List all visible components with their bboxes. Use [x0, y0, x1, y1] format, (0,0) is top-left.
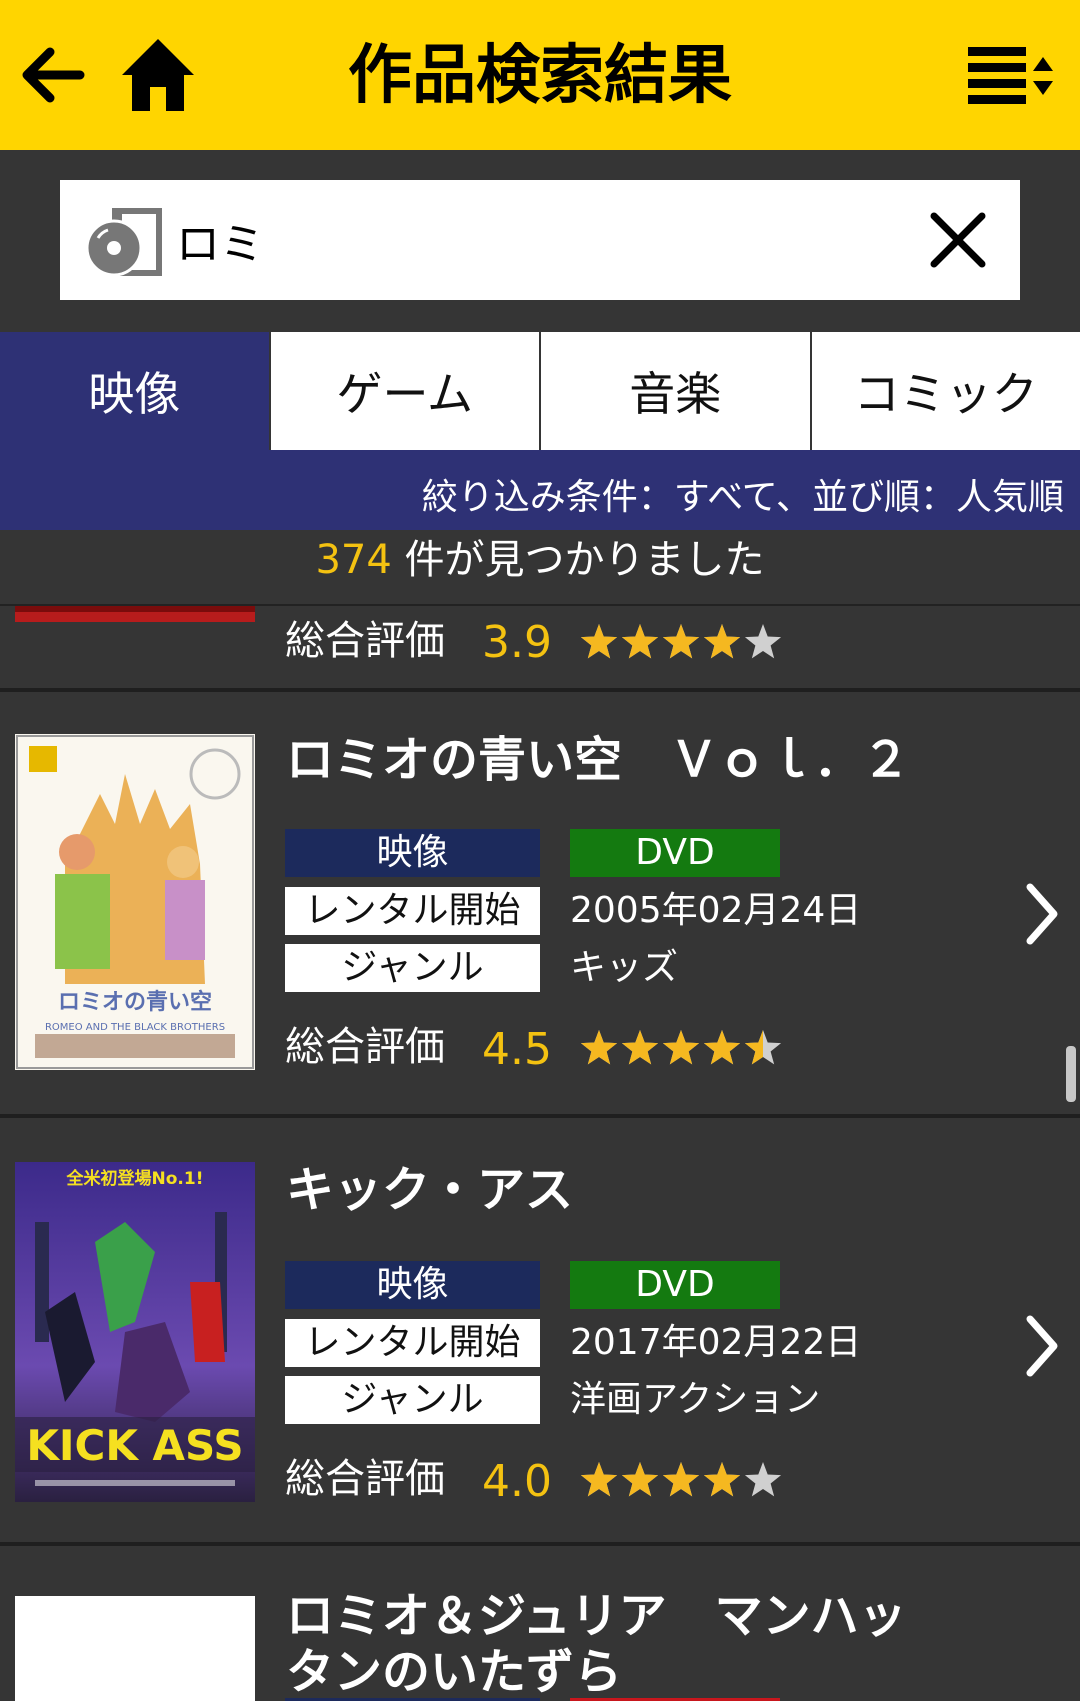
rating-stars — [580, 1462, 782, 1497]
rating-label: 総合評価 — [285, 618, 445, 664]
result-count-label: 件が見つかりました — [391, 537, 765, 583]
home-icon[interactable] — [118, 35, 198, 115]
list-item[interactable]: 総合評価 3.9 — [0, 606, 1080, 692]
cover-image — [15, 1596, 255, 1701]
scrollbar-thumb[interactable] — [1066, 1046, 1076, 1102]
tab-comic[interactable]: コミック — [809, 332, 1080, 450]
star-filled-icon — [621, 624, 659, 659]
rating-value: 4.5 — [482, 1024, 552, 1075]
category-tabs: 映像 ゲーム 音楽 コミック — [0, 332, 1080, 450]
arrow-left-icon[interactable] — [18, 40, 88, 110]
rental-start-label: レンタル開始 — [285, 887, 540, 935]
cover-title: KICK ASS — [26, 1421, 243, 1470]
rating-label: 総合評価 — [285, 1456, 445, 1502]
close-icon[interactable] — [930, 212, 986, 268]
genre-label: ジャンル — [285, 944, 540, 992]
page-title: 作品検索結果 — [348, 39, 732, 113]
item-title[interactable]: ロミオ＆ジュリア マンハッタンのいたずら — [286, 1588, 946, 1700]
rating-value: 4.0 — [482, 1456, 552, 1507]
list-item[interactable]: ロミオ＆ジュリア マンハッタンのいたずら — [0, 1552, 1080, 1701]
star-filled-icon — [580, 1030, 618, 1065]
cover-image — [15, 606, 255, 622]
star-filled-icon — [580, 624, 618, 659]
cover-title: ロミオの青い空 — [58, 989, 212, 1015]
item-title[interactable]: キック・アス — [286, 1162, 1046, 1218]
tab-video[interactable]: 映像 — [0, 332, 269, 450]
star-filled-icon — [703, 1030, 741, 1065]
search-input[interactable] — [176, 200, 876, 280]
rating-stars — [580, 1030, 782, 1065]
rating-label: 総合評価 — [285, 1024, 445, 1070]
star-icon — [744, 1462, 782, 1497]
tab-game[interactable]: ゲーム — [268, 332, 539, 450]
chevron-right-icon[interactable] — [1022, 1311, 1062, 1381]
star-filled-icon — [662, 624, 700, 659]
tab-music[interactable]: 音楽 — [539, 332, 810, 450]
disc-icon — [86, 208, 162, 276]
genre-value: キッズ — [570, 947, 679, 988]
search-box — [60, 180, 1020, 300]
cover-tagline: 全米初登場No.1! — [66, 1168, 204, 1189]
filter-bar[interactable]: 絞り込み条件：すべて、並び順：人気順 — [0, 450, 1080, 530]
rental-start-date: 2017年02月22日 — [570, 1322, 862, 1363]
star-filled-icon — [621, 1030, 659, 1065]
result-count-number: 374 — [315, 537, 392, 583]
rating-stars — [580, 624, 782, 659]
star-filled-icon — [621, 1462, 659, 1497]
category-badge: 映像 — [285, 1261, 540, 1309]
item-title[interactable]: ロミオの青い空 Ｖｏｌ．２ — [286, 732, 1046, 788]
category-badge: 映像 — [285, 829, 540, 877]
chevron-right-icon[interactable] — [1022, 879, 1062, 949]
star-icon — [744, 624, 782, 659]
genre-label: ジャンル — [285, 1376, 540, 1424]
cover-image: 全米初登場No.1! KICK ASS — [15, 1162, 255, 1502]
rental-start-date: 2005年02月24日 — [570, 890, 862, 931]
format-badge: DVD — [570, 1261, 780, 1309]
format-badge: DVD — [570, 829, 780, 877]
star-filled-icon — [703, 624, 741, 659]
star-filled-icon — [580, 1462, 618, 1497]
app-header: 作品検索結果 — [0, 0, 1080, 150]
cover-subtitle: ROMEO AND THE BLACK BROTHERS — [45, 1022, 225, 1033]
result-count: 374 件が見つかりました — [0, 532, 1080, 606]
sort-menu-icon[interactable] — [968, 45, 1058, 110]
result-list: 総合評価 3.9 ロミオの青い空 ROMEO AND THE BLACK BRO… — [0, 606, 1080, 1701]
star-filled-icon — [703, 1462, 741, 1497]
rental-start-label: レンタル開始 — [285, 1319, 540, 1367]
list-item[interactable]: 全米初登場No.1! KICK ASS キック・アス 映像 DVD レンタル開始… — [0, 1124, 1080, 1546]
star-filled-icon — [662, 1462, 700, 1497]
cover-image: ロミオの青い空 ROMEO AND THE BLACK BROTHERS — [15, 734, 255, 1070]
genre-value: 洋画アクション — [570, 1379, 821, 1420]
filter-conditions[interactable]: 絞り込み条件：すべて、並び順：人気順 — [422, 468, 1064, 520]
list-item[interactable]: ロミオの青い空 ROMEO AND THE BLACK BROTHERS ロミオ… — [0, 692, 1080, 1118]
star-filled-icon — [662, 1030, 700, 1065]
rating-value: 3.9 — [482, 617, 552, 668]
